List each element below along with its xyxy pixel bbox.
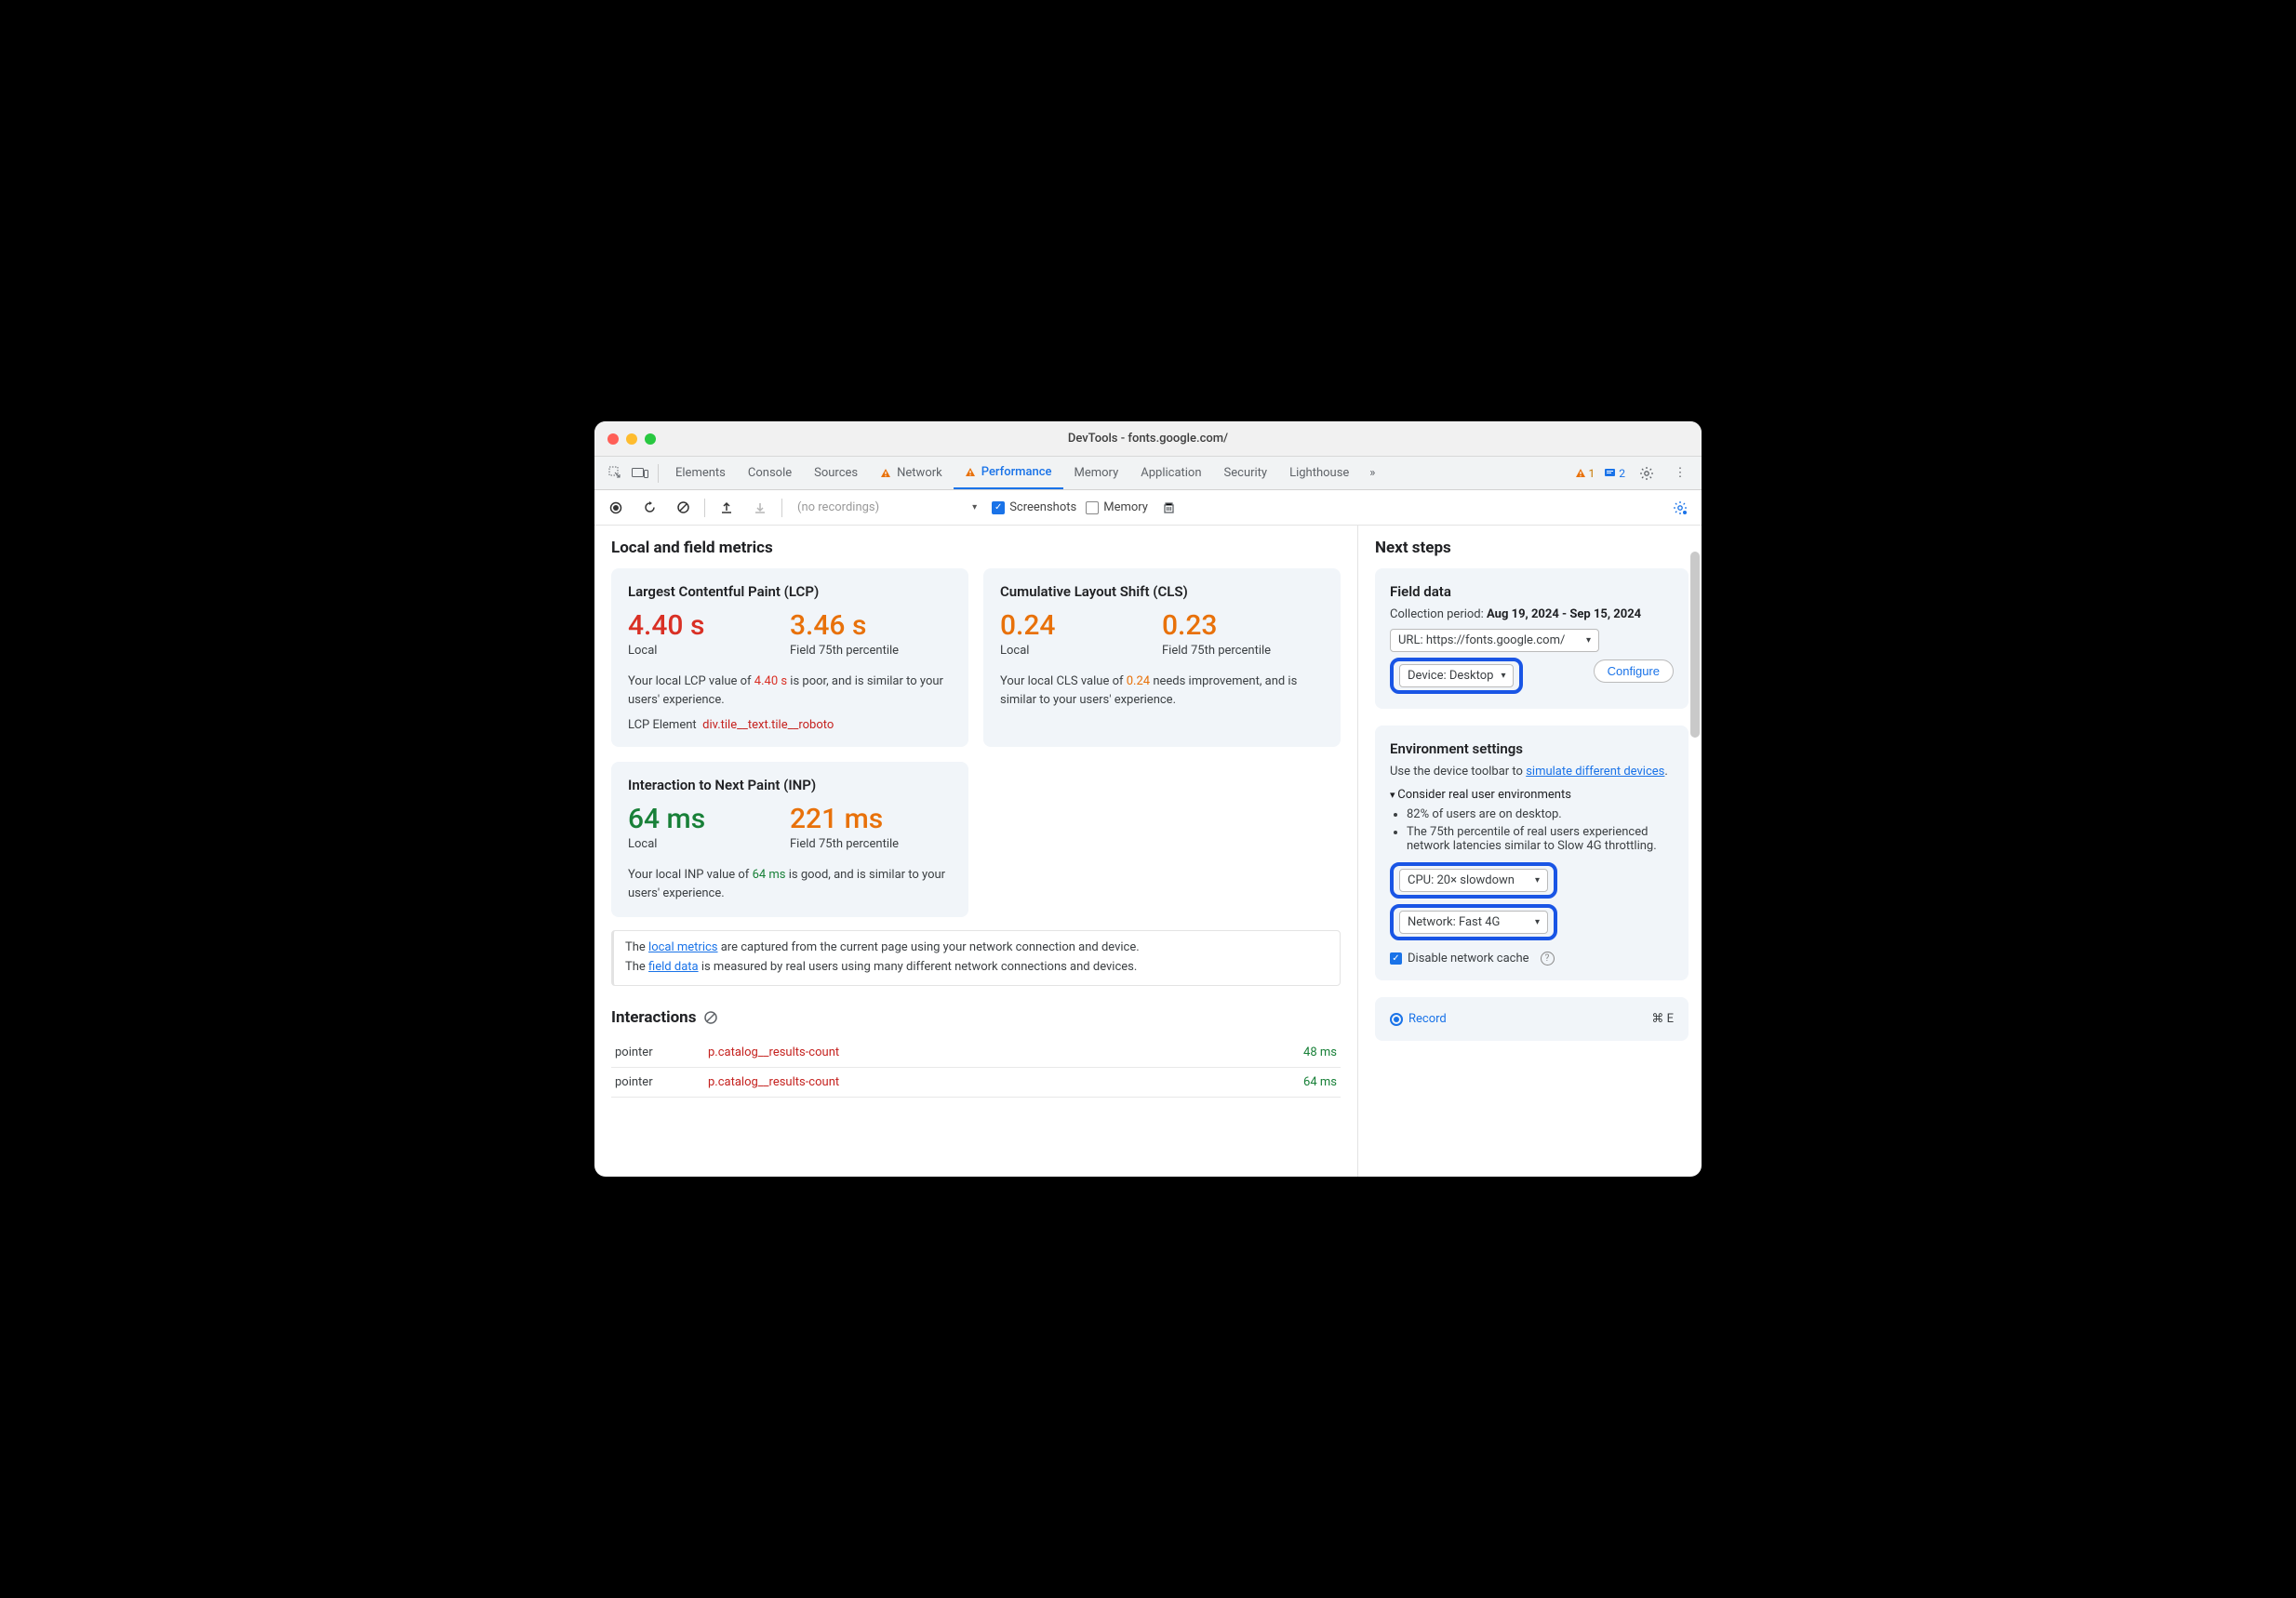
- record-shortcut: ⌘ E: [1651, 1012, 1674, 1026]
- warning-icon: [1575, 468, 1586, 479]
- panel-tabbar: Elements Console Sources Network Perform…: [594, 457, 1702, 490]
- network-throttle-dropdown[interactable]: Network: Fast 4G▾: [1399, 911, 1548, 934]
- tab-lighthouse[interactable]: Lighthouse: [1278, 457, 1360, 489]
- interaction-duration: 64 ms: [1275, 1067, 1341, 1097]
- url-dropdown[interactable]: URL: https://fonts.google.com/▾: [1390, 629, 1599, 652]
- cls-local-value: 0.24: [1000, 609, 1162, 642]
- inp-field-value: 221 ms: [790, 803, 952, 835]
- tab-console[interactable]: Console: [737, 457, 803, 489]
- cpu-throttle-dropdown[interactable]: CPU: 20× slowdown▾: [1399, 869, 1548, 892]
- inp-local-value: 64 ms: [628, 803, 790, 835]
- settings-gear-icon[interactable]: [1635, 461, 1659, 486]
- tab-sources[interactable]: Sources: [803, 457, 869, 489]
- device-dropdown[interactable]: Device: Desktop▾: [1399, 664, 1514, 687]
- device-dropdown-highlight: Device: Desktop▾: [1390, 658, 1523, 694]
- cls-description: Your local CLS value of 0.24 needs impro…: [1000, 672, 1324, 709]
- interactions-heading: Interactions: [611, 1008, 1341, 1027]
- env-hint: Use the device toolbar to simulate diffe…: [1390, 765, 1674, 779]
- cpu-dropdown-highlight: CPU: 20× slowdown▾: [1390, 862, 1557, 899]
- recordings-dropdown[interactable]: (no recordings)▾: [792, 500, 982, 514]
- titlebar: DevTools - fonts.google.com/: [594, 421, 1702, 457]
- configure-button[interactable]: Configure: [1594, 659, 1674, 683]
- record-card: Record ⌘ E: [1375, 997, 1689, 1041]
- network-dropdown-highlight: Network: Fast 4G▾: [1390, 904, 1557, 940]
- help-icon[interactable]: ?: [1541, 952, 1555, 965]
- performance-toolbar: (no recordings)▾ Screenshots Memory: [594, 490, 1702, 526]
- interaction-row[interactable]: pointerp.catalog__results-count48 ms: [611, 1038, 1341, 1068]
- console-issues-badge[interactable]: 2: [1604, 467, 1625, 480]
- lcp-field-value: 3.46 s: [790, 609, 952, 642]
- memory-checkbox[interactable]: Memory: [1086, 500, 1148, 514]
- screenshots-checkbox[interactable]: Screenshots: [992, 500, 1076, 514]
- tab-application[interactable]: Application: [1129, 457, 1212, 489]
- cls-card: Cumulative Layout Shift (CLS) 0.24 Local…: [983, 568, 1341, 747]
- lcp-description: Your local LCP value of 4.40 s is poor, …: [628, 672, 952, 709]
- device-toolbar-icon[interactable]: [628, 461, 652, 486]
- collection-period: Collection period: Aug 19, 2024 - Sep 15…: [1390, 607, 1674, 621]
- interaction-duration: 48 ms: [1275, 1038, 1341, 1068]
- local-metrics-link[interactable]: local metrics: [648, 940, 717, 954]
- main-content: Local and field metrics Largest Contentf…: [594, 526, 1357, 1177]
- lcp-card: Largest Contentful Paint (LCP) 4.40 s Lo…: [611, 568, 968, 747]
- tab-security[interactable]: Security: [1213, 457, 1279, 489]
- gc-icon[interactable]: [1157, 496, 1181, 520]
- more-tabs-icon[interactable]: »: [1360, 461, 1384, 486]
- inspect-element-icon[interactable]: [604, 461, 628, 486]
- field-data-link[interactable]: field data: [648, 960, 699, 974]
- metrics-info-box: The local metrics are captured from the …: [611, 930, 1341, 986]
- clear-icon[interactable]: [671, 496, 695, 520]
- record-indicator-icon[interactable]: [1390, 1013, 1403, 1026]
- interaction-selector: p.catalog__results-count: [704, 1038, 1275, 1068]
- tab-elements[interactable]: Elements: [664, 457, 737, 489]
- lcp-title: Largest Contentful Paint (LCP): [628, 583, 952, 600]
- interaction-row[interactable]: pointerp.catalog__results-count64 ms: [611, 1067, 1341, 1097]
- more-menu-icon[interactable]: ⋮: [1668, 461, 1692, 486]
- field-data-card: Field data Collection period: Aug 19, 20…: [1375, 568, 1689, 709]
- devtools-window: DevTools - fonts.google.com/ Elements Co…: [594, 421, 1702, 1177]
- capture-settings-gear-icon[interactable]: [1668, 496, 1692, 520]
- interaction-kind: pointer: [611, 1038, 704, 1068]
- local-field-heading: Local and field metrics: [611, 539, 1341, 557]
- console-warnings-badge[interactable]: 1: [1575, 467, 1595, 480]
- record-link[interactable]: Record: [1408, 1012, 1447, 1026]
- tab-performance[interactable]: Performance: [954, 457, 1063, 489]
- scrollbar-thumb[interactable]: [1690, 552, 1700, 738]
- next-steps-heading: Next steps: [1375, 539, 1689, 557]
- lcp-local-value: 4.40 s: [628, 609, 790, 642]
- environment-settings-card: Environment settings Use the device tool…: [1375, 726, 1689, 980]
- inp-description: Your local INP value of 64 ms is good, a…: [628, 866, 952, 902]
- inp-title: Interaction to Next Paint (INP): [628, 777, 952, 793]
- warning-icon: [965, 467, 976, 478]
- reload-record-icon[interactable]: [637, 496, 661, 520]
- inp-card: Interaction to Next Paint (INP) 64 ms Lo…: [611, 762, 968, 917]
- interactions-table: pointerp.catalog__results-count48 mspoin…: [611, 1038, 1341, 1098]
- interaction-selector: p.catalog__results-count: [704, 1067, 1275, 1097]
- download-icon[interactable]: [748, 496, 772, 520]
- clear-interactions-icon[interactable]: [703, 1010, 718, 1025]
- tab-memory[interactable]: Memory: [1063, 457, 1130, 489]
- disable-cache-checkbox[interactable]: Disable network cache ?: [1390, 952, 1674, 965]
- cls-title: Cumulative Layout Shift (CLS): [1000, 583, 1324, 600]
- cls-field-value: 0.23: [1162, 609, 1324, 642]
- issues-icon: [1604, 467, 1616, 479]
- next-steps-sidebar: Next steps Field data Collection period:…: [1357, 526, 1702, 1177]
- upload-icon[interactable]: [714, 496, 739, 520]
- interaction-kind: pointer: [611, 1067, 704, 1097]
- window-title: DevTools - fonts.google.com/: [594, 432, 1702, 446]
- tab-network[interactable]: Network: [869, 457, 954, 489]
- lcp-element-row[interactable]: LCP Element div.tile__text.tile__roboto: [628, 718, 952, 732]
- consider-environments-disclosure[interactable]: Consider real user environments 82% of u…: [1390, 788, 1674, 853]
- warning-icon: [880, 468, 891, 479]
- simulate-devices-link[interactable]: simulate different devices: [1526, 765, 1664, 779]
- record-button-icon[interactable]: [604, 496, 628, 520]
